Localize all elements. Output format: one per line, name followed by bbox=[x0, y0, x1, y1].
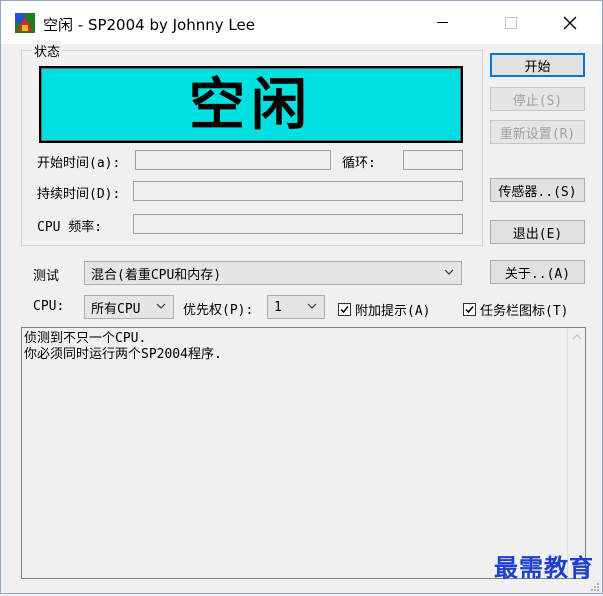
status-display: 空闲 bbox=[39, 66, 463, 143]
start-time-label: 开始时间(a): bbox=[37, 156, 121, 171]
window-title: 空闲 - SP2004 by Johnny Lee bbox=[43, 16, 255, 34]
close-icon bbox=[563, 16, 577, 29]
duration-label: 持续时间(D): bbox=[37, 187, 121, 202]
minimize-icon bbox=[436, 22, 448, 23]
cpu-label: CPU: bbox=[33, 299, 65, 314]
loop-label: 循环: bbox=[342, 156, 376, 171]
start-time-field bbox=[135, 150, 331, 170]
checkbox-checked-icon bbox=[338, 303, 351, 316]
exit-button[interactable]: 退出(E) bbox=[490, 220, 585, 244]
cpu-freq-field bbox=[133, 214, 463, 234]
maximize-button bbox=[488, 1, 534, 44]
loop-field bbox=[403, 150, 463, 170]
priority-select-value: 1 bbox=[274, 299, 282, 315]
tray-icon-label: 任务栏图标(T) bbox=[480, 304, 569, 319]
watermark-text: 最需教育 bbox=[494, 553, 594, 582]
log-scrollbar[interactable] bbox=[567, 328, 585, 578]
cpu-freq-label: CPU 频率: bbox=[37, 220, 103, 235]
chevron-down-icon bbox=[155, 300, 167, 315]
status-display-text: 空闲 bbox=[189, 71, 313, 138]
log-textarea[interactable]: 侦测到不只一个CPU. 你必须同时运行两个SP2004程序. bbox=[21, 327, 586, 579]
cpu-select[interactable]: 所有CPU bbox=[84, 295, 174, 319]
priority-label: 优先权(P): bbox=[183, 303, 254, 318]
priority-select[interactable]: 1 bbox=[267, 295, 325, 319]
resize-grip-icon[interactable] bbox=[590, 581, 600, 591]
tray-icon-checkbox[interactable]: 任务栏图标(T) bbox=[463, 300, 568, 319]
log-text: 侦测到不只一个CPU. 你必须同时运行两个SP2004程序. bbox=[24, 331, 222, 362]
scroll-up-icon[interactable] bbox=[568, 328, 585, 345]
title-bar[interactable]: 空闲 - SP2004 by Johnny Lee bbox=[1, 1, 602, 44]
stop-button[interactable]: 停止(S) bbox=[490, 87, 585, 111]
app-window: 空闲 - SP2004 by Johnny Lee 状态 空闲 开始时间(a):… bbox=[0, 0, 603, 594]
app-icon bbox=[15, 13, 35, 33]
status-group-title: 状态 bbox=[32, 41, 63, 60]
test-select[interactable]: 混合(着重CPU和内存) bbox=[84, 261, 462, 285]
cpu-select-value: 所有CPU bbox=[91, 301, 141, 317]
extra-hint-checkbox[interactable]: 附加提示(A) bbox=[338, 300, 430, 319]
status-groupbox: 状态 空闲 开始时间(a): 循环: 持续时间(D): CPU 频率: bbox=[21, 41, 483, 246]
chevron-down-icon bbox=[306, 300, 318, 315]
test-select-value: 混合(着重CPU和内存) bbox=[91, 267, 222, 283]
start-button[interactable]: 开始 bbox=[490, 53, 585, 77]
test-label: 测试 bbox=[33, 269, 60, 284]
checkbox-checked-icon bbox=[463, 303, 476, 316]
maximize-icon bbox=[505, 16, 517, 29]
minimize-button[interactable] bbox=[419, 1, 465, 44]
chevron-down-icon bbox=[443, 266, 455, 281]
sensor-button[interactable]: 传感器..(S) bbox=[490, 178, 585, 202]
duration-field bbox=[133, 181, 463, 201]
close-button[interactable] bbox=[547, 1, 593, 44]
extra-hint-label: 附加提示(A) bbox=[355, 304, 431, 319]
client-area: 状态 空闲 开始时间(a): 循环: 持续时间(D): CPU 频率: 开始 停… bbox=[1, 41, 602, 593]
about-button[interactable]: 关于..(A) bbox=[490, 260, 585, 284]
reset-button[interactable]: 重新设置(R) bbox=[490, 120, 585, 144]
